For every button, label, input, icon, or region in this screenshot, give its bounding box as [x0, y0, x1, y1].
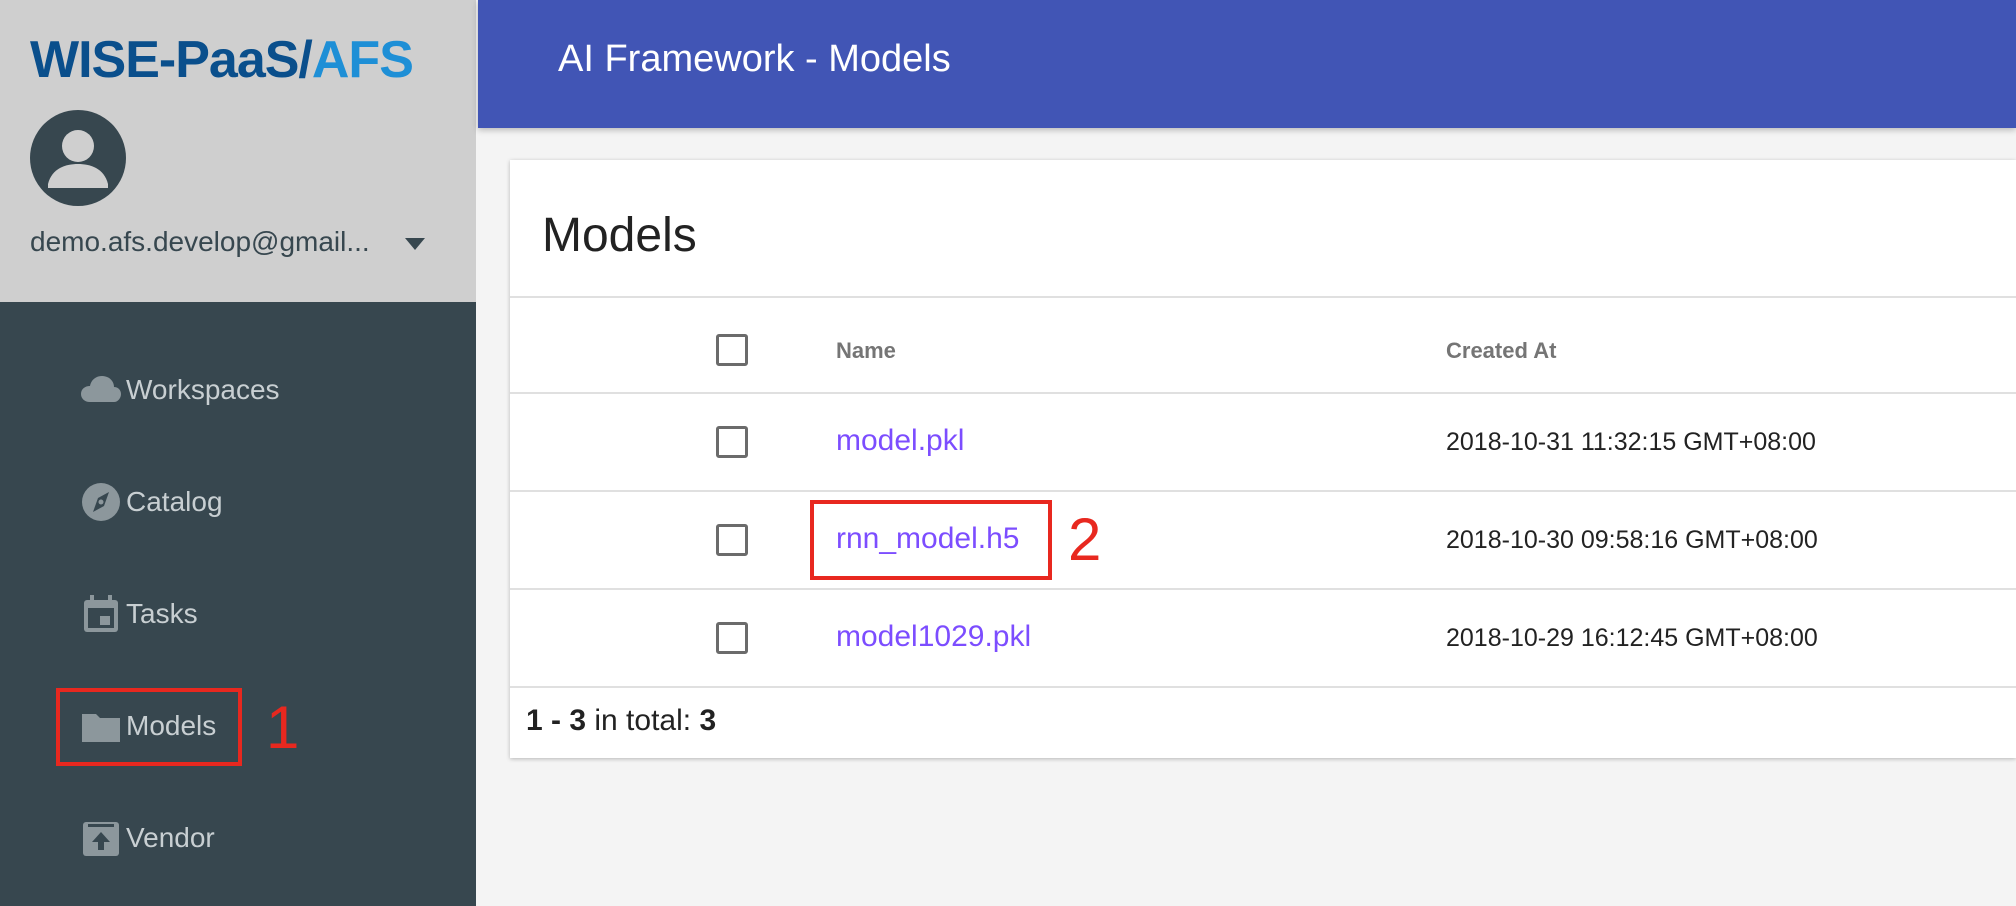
sidebar-item-label: Vendor — [126, 822, 215, 853]
sidebar: WISE-PaaS/AFS demo.afs.develop@gmail... … — [0, 0, 476, 906]
upload-box-icon — [83, 822, 119, 856]
model-created-at: 2018-10-30 09:58:16 GMT+08:00 — [1446, 526, 1818, 554]
sidebar-item-label: Workspaces — [126, 374, 280, 405]
sidebar-item-tasks[interactable]: Tasks — [80, 582, 340, 646]
pagination-total: 3 — [699, 704, 717, 737]
pagination-summary: 1 - 3 in total: 3 — [526, 704, 716, 738]
user-email: demo.afs.develop@gmail... — [30, 226, 370, 257]
logo-text-wise-paas: WISE-PaaS/ — [30, 31, 313, 89]
table-header: Name Created At — [510, 296, 2016, 394]
annotation-box-rnn-model — [810, 500, 1052, 580]
sidebar-item-label: Catalog — [126, 486, 223, 517]
model-created-at: 2018-10-29 16:12:45 GMT+08:00 — [1446, 624, 1818, 652]
logo-text-afs: AFS — [311, 31, 414, 89]
sidebar-item-workspaces[interactable]: Workspaces — [80, 358, 340, 422]
calendar-icon — [84, 595, 118, 632]
pagination-in-total-label: in total: — [586, 704, 700, 737]
table-row: model1029.pkl 2018-10-29 16:12:45 GMT+08… — [510, 590, 2016, 688]
pagination-range: 1 - 3 — [526, 704, 587, 737]
app-logo: WISE-PaaS/AFS — [30, 30, 414, 90]
compass-icon — [82, 483, 120, 521]
annotation-number-2: 2 — [1068, 506, 1102, 573]
sidebar-item-vendor[interactable]: Vendor — [80, 806, 340, 870]
page-title: AI Framework - Models — [558, 38, 951, 80]
sidebar-profile-area: WISE-PaaS/AFS demo.afs.develop@gmail... — [0, 0, 476, 302]
annotation-box-models — [56, 688, 242, 766]
chevron-down-icon[interactable] — [400, 234, 430, 254]
card-title: Models — [542, 209, 697, 262]
select-all-checkbox[interactable] — [716, 334, 748, 366]
models-card: Models Name Created At model.pkl 2018-10… — [510, 160, 2016, 758]
row-checkbox[interactable] — [716, 622, 748, 654]
user-menu[interactable]: demo.afs.develop@gmail... — [30, 222, 440, 262]
model-created-at: 2018-10-31 11:32:15 GMT+08:00 — [1446, 428, 1816, 456]
sidebar-item-label: Tasks — [126, 598, 198, 629]
model-name-link[interactable]: model1029.pkl — [836, 620, 1031, 654]
table-row: model.pkl 2018-10-31 11:32:15 GMT+08:00 — [510, 394, 2016, 492]
column-header-name[interactable]: Name — [836, 338, 896, 364]
column-header-created-at[interactable]: Created At — [1446, 338, 1556, 364]
annotation-number-1: 1 — [266, 694, 300, 761]
cloud-icon — [81, 376, 121, 402]
row-checkbox[interactable] — [716, 524, 748, 556]
table-row: rnn_model.h5 2018-10-30 09:58:16 GMT+08:… — [510, 492, 2016, 590]
sidebar-item-catalog[interactable]: Catalog — [80, 470, 340, 534]
row-checkbox[interactable] — [716, 426, 748, 458]
avatar-icon — [30, 110, 126, 206]
model-name-link[interactable]: model.pkl — [836, 424, 964, 458]
app-header: AI Framework - Models — [478, 0, 2016, 128]
